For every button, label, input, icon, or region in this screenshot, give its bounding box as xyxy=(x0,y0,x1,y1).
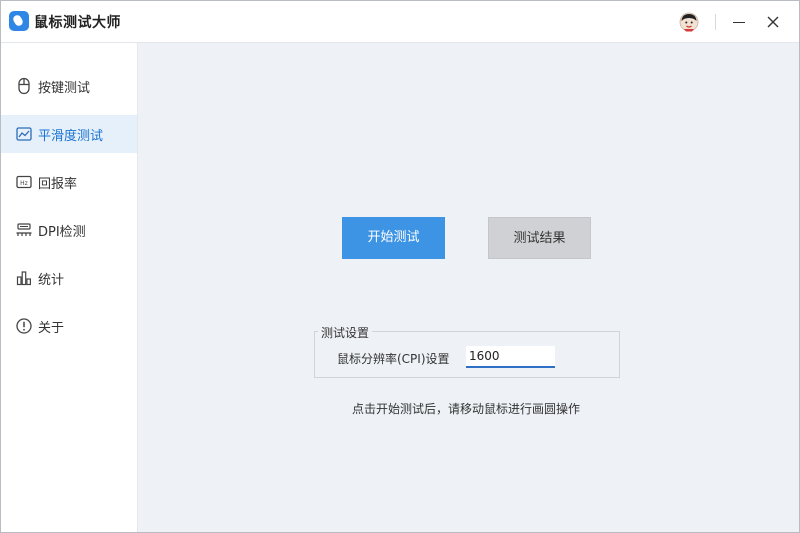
cpi-setting-label: 鼠标分辨率(CPI)设置 xyxy=(337,352,450,366)
sidebar-item-label: 回报率 xyxy=(38,177,78,192)
test-result-button[interactable]: 测试结果 xyxy=(488,217,591,259)
instruction-text: 点击开始测试后，请移动鼠标进行画圆操作 xyxy=(352,402,581,416)
info-icon xyxy=(16,318,32,334)
title-separator xyxy=(715,14,716,30)
hz-icon: Hz xyxy=(16,175,32,189)
svg-text:Hz: Hz xyxy=(20,180,28,187)
dpi-icon xyxy=(16,223,32,236)
mouse-icon xyxy=(18,77,30,95)
sidebar-item-label: 关于 xyxy=(38,321,65,336)
app-window: 鼠标测试大师 按键测试 平滑度测试 Hz 回报率 DPI检测 统计 关于 开始测… xyxy=(0,0,800,533)
sidebar-item-dpi-check[interactable]: DPI检测 xyxy=(1,211,137,249)
cpi-input[interactable] xyxy=(466,346,555,368)
sidebar-item-smoothness-test[interactable]: 平滑度测试 xyxy=(1,115,137,153)
sidebar-item-statistics[interactable]: 统计 xyxy=(1,259,137,297)
avatar-icon[interactable] xyxy=(679,12,699,32)
minimize-button[interactable] xyxy=(728,11,750,33)
sidebar: 按键测试 平滑度测试 Hz 回报率 DPI检测 统计 关于 xyxy=(1,43,138,532)
sidebar-item-about[interactable]: 关于 xyxy=(1,307,137,345)
sidebar-item-key-test[interactable]: 按键测试 xyxy=(1,67,137,105)
sidebar-item-label: 平滑度测试 xyxy=(38,129,104,144)
app-logo-icon xyxy=(9,11,29,31)
start-test-button[interactable]: 开始测试 xyxy=(342,217,445,259)
bar-chart-icon xyxy=(16,271,31,286)
chart-line-icon xyxy=(16,127,32,141)
sidebar-item-label: 统计 xyxy=(38,273,65,288)
title-bar: 鼠标测试大师 xyxy=(1,1,799,43)
app-title: 鼠标测试大师 xyxy=(34,15,121,31)
sidebar-item-label: 按键测试 xyxy=(38,81,91,96)
close-button[interactable] xyxy=(762,11,784,33)
minimize-icon xyxy=(733,22,745,24)
close-icon xyxy=(767,16,779,28)
sidebar-item-label: DPI检测 xyxy=(38,225,86,240)
sidebar-item-report-rate[interactable]: Hz 回报率 xyxy=(1,163,137,201)
test-settings-legend: 测试设置 xyxy=(318,324,373,341)
main-panel: 开始测试 测试结果 测试设置 鼠标分辨率(CPI)设置 点击开始测试后，请移动鼠… xyxy=(138,43,799,532)
